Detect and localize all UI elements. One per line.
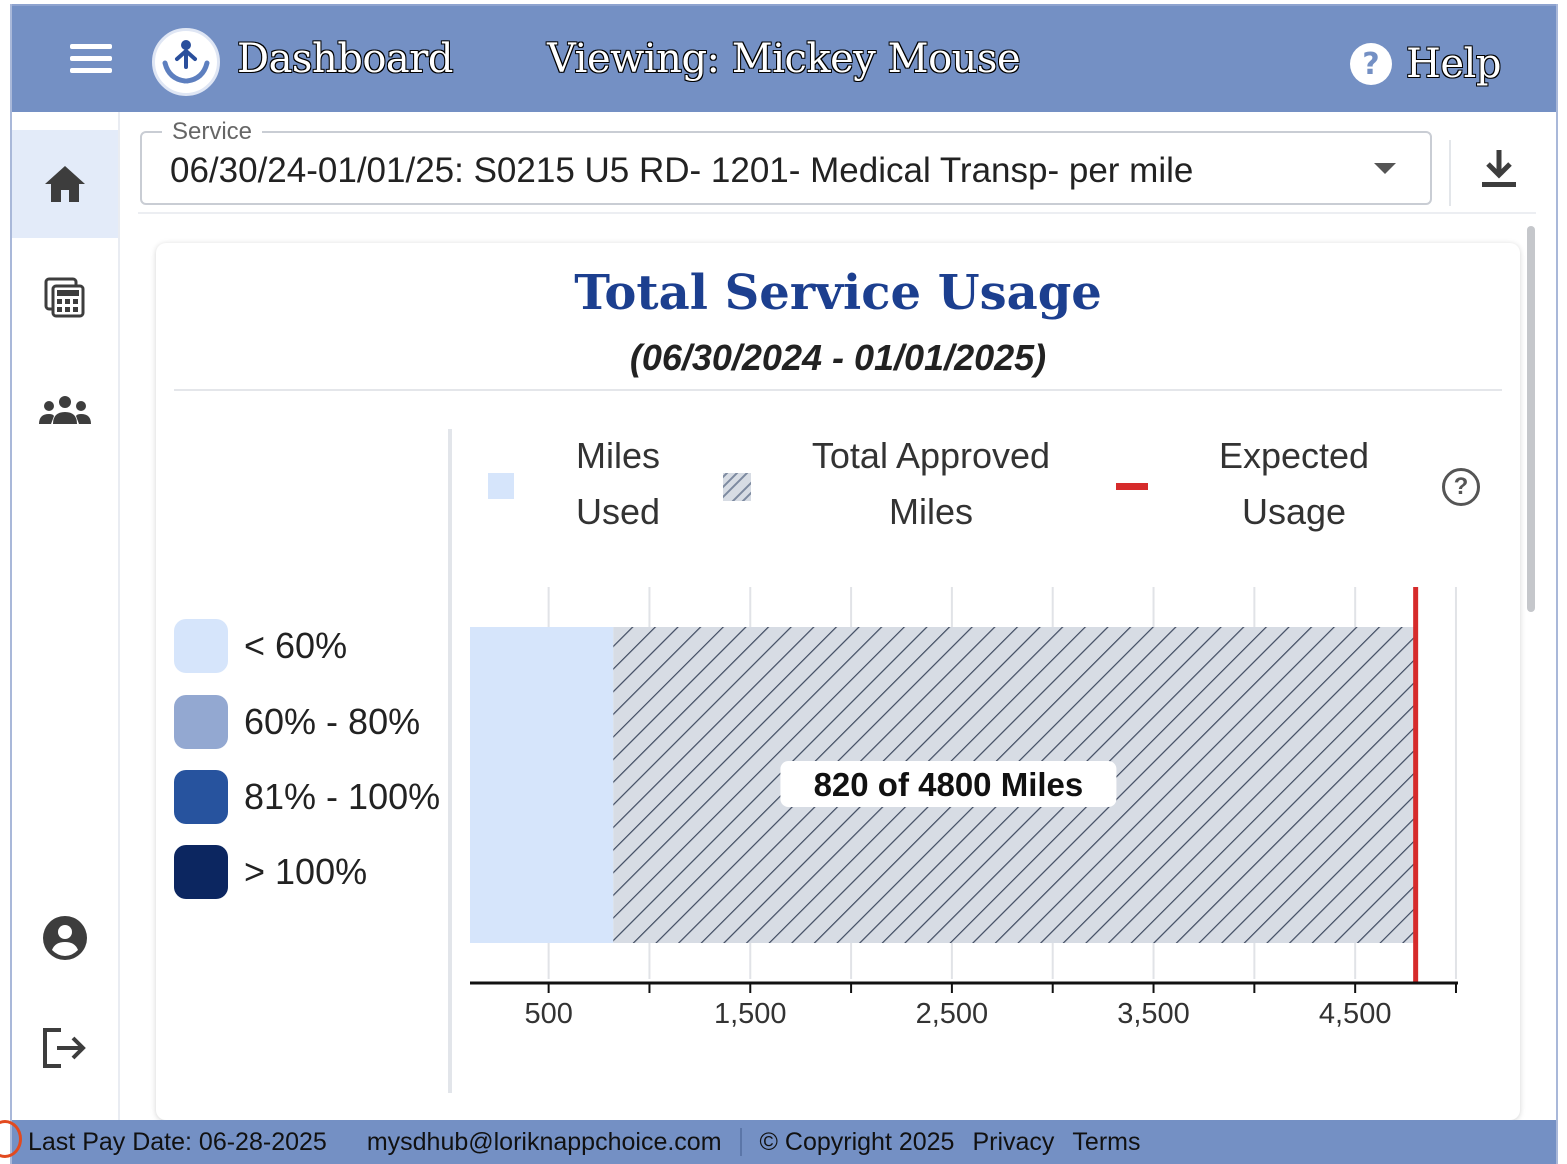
footer-bar: Last Pay Date: 06-28-2025 mysdhub@lorikn… xyxy=(12,1120,1556,1164)
app-bar: Dashboard Viewing: Mickey Mouse ? Help xyxy=(12,4,1556,112)
nav-rail xyxy=(12,112,120,1120)
contact-email-link[interactable]: mysdhub@loriknappchoice.com xyxy=(367,1128,722,1157)
bar-annotation-label: 820 of 4800 Miles xyxy=(814,766,1084,803)
help-circle-icon: ? xyxy=(1350,43,1392,85)
privacy-link[interactable]: Privacy xyxy=(972,1128,1054,1157)
x-tick-label: 3,500 xyxy=(1117,998,1190,1030)
scrollbar-thumb[interactable] xyxy=(1527,226,1535,612)
rail-item-logout[interactable] xyxy=(12,994,118,1102)
bar-miles-used xyxy=(470,627,614,943)
footer-separator xyxy=(739,1128,742,1156)
toolbar-divider xyxy=(1449,140,1451,206)
app-title[interactable]: Dashboard xyxy=(237,36,453,82)
x-tick-label: 2,500 xyxy=(916,998,989,1030)
toolbar-underline xyxy=(138,212,1536,214)
last-pay-date: Last Pay Date: 06-28-2025 xyxy=(28,1127,327,1156)
service-select[interactable]: Service 06/30/24-01/01/25: S0215 U5 RD- … xyxy=(140,119,1432,205)
rail-item-home[interactable] xyxy=(12,130,118,238)
rail-item-calculator[interactable] xyxy=(12,244,118,352)
rail-item-account[interactable] xyxy=(12,884,118,992)
chevron-down-icon xyxy=(1374,163,1396,174)
x-tick-label: 4,500 xyxy=(1319,998,1392,1030)
viewing-participant: Viewing: Mickey Mouse xyxy=(547,36,1021,82)
menu-icon[interactable] xyxy=(70,44,112,78)
usage-bar-chart: 500 1,500 2,500 3,500 4,500 820 of 4800 Miles xyxy=(470,587,1458,1030)
x-tick-label: 1,500 xyxy=(714,998,787,1030)
download-icon xyxy=(1482,150,1516,187)
download-button[interactable] xyxy=(1474,144,1524,194)
group-icon xyxy=(39,396,91,424)
help-button[interactable]: ? Help xyxy=(1350,40,1501,88)
calculator-icon xyxy=(44,277,85,318)
copyright-text: © Copyright 2025 xyxy=(759,1127,955,1156)
hands-person-logo xyxy=(152,28,220,96)
help-label: Help xyxy=(1406,41,1501,87)
rail-item-group[interactable] xyxy=(12,356,118,464)
usage-card: Total Service Usage (06/30/2024 - 01/01/… xyxy=(156,243,1520,1120)
terms-link[interactable]: Terms xyxy=(1072,1128,1140,1157)
x-tick-label: 500 xyxy=(524,998,572,1030)
logout-icon xyxy=(43,1028,86,1068)
home-icon xyxy=(45,166,85,202)
service-value: 06/30/24-01/01/25: S0215 U5 RD- 1201- Me… xyxy=(170,151,1194,190)
service-label: Service xyxy=(162,119,263,145)
account-circle-icon xyxy=(43,916,87,960)
